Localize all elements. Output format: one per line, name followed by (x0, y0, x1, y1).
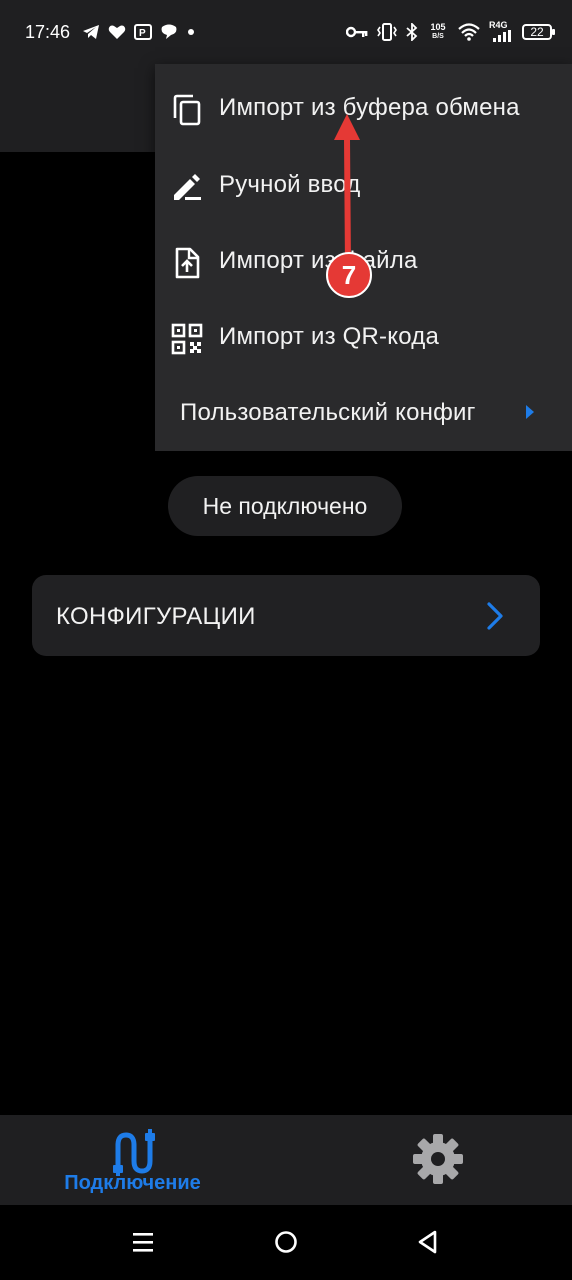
bottom-navigation: Подключение (0, 1115, 572, 1205)
menu-item-custom-config[interactable]: Пользовательский конфиг (155, 375, 572, 451)
file-upload-icon (175, 247, 200, 279)
signal-icon: R4G (489, 21, 513, 43)
menu-item-label: Импорт из файла (219, 247, 418, 274)
menu-item-label: Ручной ввод (219, 171, 361, 198)
copy-icon (173, 94, 201, 126)
edit-pencil-icon (174, 174, 201, 200)
gear-icon[interactable] (412, 1133, 464, 1185)
menu-item-label: Импорт из QR-кода (219, 323, 439, 350)
net-speed: 105 B/S (430, 22, 446, 41)
connection-status-pill[interactable]: Не подключено (168, 476, 402, 536)
menu-item-label: Пользовательский конфиг (180, 399, 476, 426)
tab-connection[interactable]: Подключение (55, 1115, 210, 1205)
status-bar: 17:46 P 105 B/S R4G 22 (0, 0, 572, 64)
heart-icon (108, 25, 126, 39)
wifi-icon (458, 23, 480, 41)
dot-icon (188, 29, 194, 35)
telegram-icon (83, 25, 99, 39)
chat-icon (161, 24, 177, 39)
vibrate-icon (377, 23, 397, 41)
menu-item-import-qr[interactable]: Импорт из QR-кода (155, 299, 572, 375)
menu-item-import-clipboard[interactable]: Импорт из буфера обмена (155, 70, 572, 146)
system-navigation-bar (0, 1205, 572, 1280)
submenu-arrow-icon (526, 405, 534, 419)
notification-icons: P (82, 22, 196, 42)
svg-text:P: P (139, 28, 146, 39)
chevron-right-icon (487, 602, 503, 630)
parking-app-icon: P (134, 24, 152, 40)
menu-item-label: Импорт из буфера обмена (219, 94, 520, 121)
menu-item-manual-input[interactable]: Ручной ввод (155, 147, 572, 223)
back-icon[interactable] (413, 1227, 443, 1257)
recents-icon[interactable] (128, 1227, 158, 1257)
vpn-key-icon (346, 26, 368, 38)
configurations-label: КОНФИГУРАЦИИ (56, 603, 256, 630)
connection-plug-icon (113, 1129, 155, 1176)
configurations-card[interactable]: КОНФИГУРАЦИИ (32, 575, 540, 656)
annotation-step-badge: 7 (326, 252, 372, 298)
system-status-icons: 105 B/S R4G 22 (346, 18, 555, 46)
status-time: 17:46 (25, 22, 71, 42)
connection-status-text: Не подключено (202, 492, 368, 519)
bluetooth-icon (406, 23, 418, 41)
tab-connection-label: Подключение (64, 1172, 201, 1194)
qr-code-icon (171, 323, 203, 355)
battery-icon: 22 (522, 24, 555, 40)
home-icon[interactable] (271, 1227, 301, 1257)
